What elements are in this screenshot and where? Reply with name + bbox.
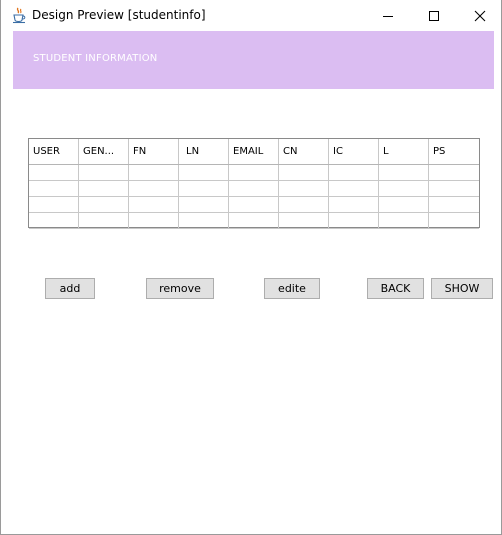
table-cell[interactable] xyxy=(29,197,79,212)
table-cell[interactable] xyxy=(379,165,429,180)
table-row[interactable] xyxy=(29,165,479,181)
table-cell[interactable] xyxy=(379,181,429,196)
minimize-icon xyxy=(383,15,393,17)
table-cell[interactable] xyxy=(129,197,179,212)
column-header-ps[interactable]: PS xyxy=(429,139,479,164)
table-cell[interactable] xyxy=(79,181,129,196)
column-header-l[interactable]: L xyxy=(379,139,429,164)
table-cell[interactable] xyxy=(229,181,279,196)
table-cell[interactable] xyxy=(379,213,429,228)
column-header-ln[interactable]: LN xyxy=(179,139,229,164)
student-table[interactable]: USER GEN... FN LN EMAIL CN IC L PS xyxy=(28,138,480,229)
table-row[interactable] xyxy=(29,197,479,213)
table-cell[interactable] xyxy=(79,165,129,180)
table-cell[interactable] xyxy=(179,181,229,196)
table-cell[interactable] xyxy=(279,197,329,212)
title-bar[interactable]: Design Preview [studentinfo] xyxy=(1,0,501,31)
add-button[interactable]: add xyxy=(45,278,95,299)
table-cell[interactable] xyxy=(229,165,279,180)
table-cell[interactable] xyxy=(29,181,79,196)
close-button[interactable] xyxy=(457,0,502,31)
table-cell[interactable] xyxy=(79,213,129,228)
table-cell[interactable] xyxy=(179,213,229,228)
table-cell[interactable] xyxy=(229,213,279,228)
table-cell[interactable] xyxy=(79,197,129,212)
table-cell[interactable] xyxy=(29,165,79,180)
table-cell[interactable] xyxy=(279,213,329,228)
table-cell[interactable] xyxy=(429,165,479,180)
table-cell[interactable] xyxy=(179,165,229,180)
table-header: USER GEN... FN LN EMAIL CN IC L PS xyxy=(29,139,479,165)
column-header-user[interactable]: USER xyxy=(29,139,79,164)
table-cell[interactable] xyxy=(379,197,429,212)
back-button[interactable]: BACK xyxy=(367,278,424,299)
table-cell[interactable] xyxy=(129,213,179,228)
close-icon xyxy=(474,10,486,21)
table-cell[interactable] xyxy=(279,181,329,196)
column-header-email[interactable]: EMAIL xyxy=(229,139,279,164)
table-cell[interactable] xyxy=(429,197,479,212)
remove-button[interactable]: remove xyxy=(146,278,214,299)
table-cell[interactable] xyxy=(329,213,379,228)
table-cell[interactable] xyxy=(329,181,379,196)
table-cell[interactable] xyxy=(429,181,479,196)
table-cell[interactable] xyxy=(329,197,379,212)
table-row[interactable] xyxy=(29,213,479,229)
edit-button[interactable]: edite xyxy=(264,278,320,299)
table-cell[interactable] xyxy=(179,197,229,212)
header-panel: STUDENT INFORMATION xyxy=(13,31,494,89)
table-body xyxy=(29,165,479,229)
maximize-button[interactable] xyxy=(411,0,457,31)
java-cup-icon xyxy=(11,7,27,24)
column-header-fn[interactable]: FN xyxy=(129,139,179,164)
table-cell[interactable] xyxy=(429,213,479,228)
column-header-gender[interactable]: GEN... xyxy=(79,139,129,164)
window-title: Design Preview [studentinfo] xyxy=(32,8,206,22)
maximize-icon xyxy=(429,10,439,21)
show-button[interactable]: SHOW xyxy=(431,278,493,299)
table-cell[interactable] xyxy=(29,213,79,228)
column-header-cn[interactable]: CN xyxy=(279,139,329,164)
table-cell[interactable] xyxy=(329,165,379,180)
table-cell[interactable] xyxy=(129,181,179,196)
table-row[interactable] xyxy=(29,181,479,197)
column-header-ic[interactable]: IC xyxy=(329,139,379,164)
table-cell[interactable] xyxy=(229,197,279,212)
table-cell[interactable] xyxy=(279,165,329,180)
minimize-button[interactable] xyxy=(365,0,411,31)
table-cell[interactable] xyxy=(129,165,179,180)
app-window: Design Preview [studentinfo] STUDENT INF… xyxy=(0,0,502,535)
page-title: STUDENT INFORMATION xyxy=(33,53,158,64)
